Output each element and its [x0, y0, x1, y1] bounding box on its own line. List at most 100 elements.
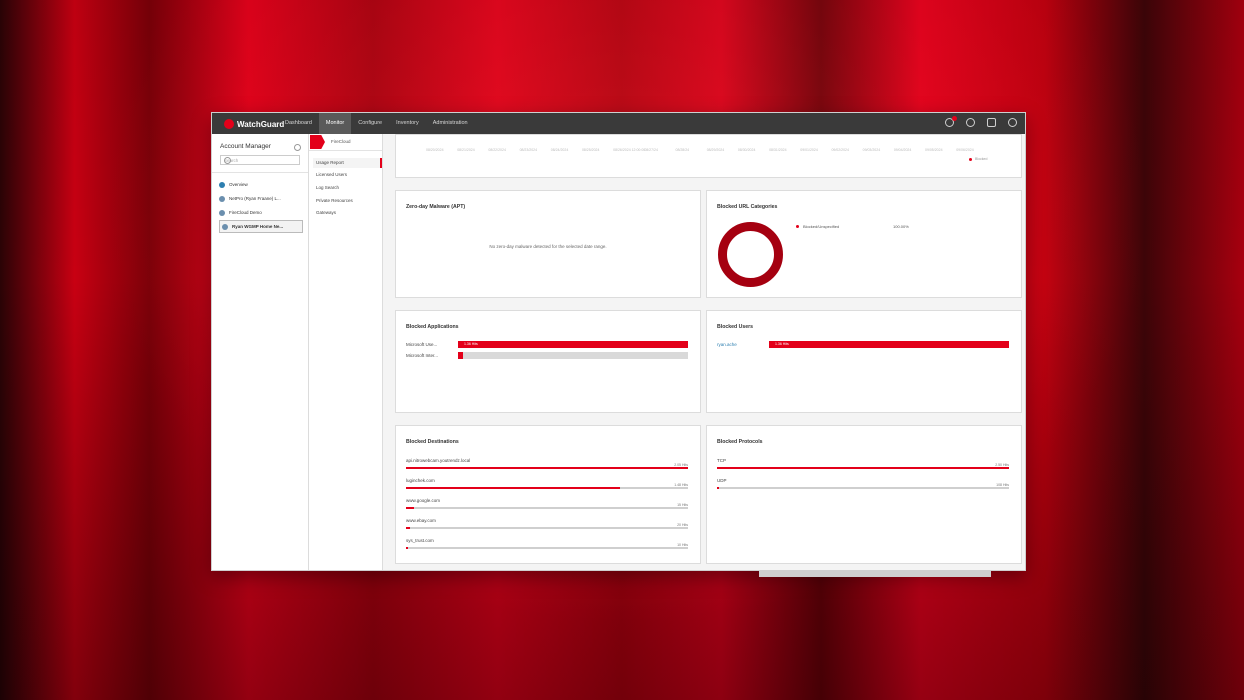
account-item-firecloud-demo[interactable]: FireCloud Demo — [219, 206, 303, 219]
item-bar-fill — [406, 527, 411, 529]
item-bar-track — [717, 487, 1009, 489]
timeline-tick: 08/29/2024 — [706, 148, 725, 152]
timeline-chart-strip: 08/20/2024 08/21/2024 08/22/2024 08/23/2024… — [395, 134, 1022, 178]
help-icon[interactable] — [966, 118, 975, 127]
account-label: Overview — [229, 182, 248, 187]
nav-monitor[interactable]: Monitor — [318, 113, 352, 134]
timeline-legend-label: Blocked — [975, 157, 988, 161]
timeline-tick: 08/21/2024 — [457, 148, 475, 152]
timeline-tick: 09/04/2024 — [893, 148, 912, 152]
item-bar-fill — [717, 467, 1009, 469]
bar-value: 1.36 Hits — [775, 342, 789, 346]
globe-icon[interactable] — [1008, 118, 1017, 127]
item-label: luginchek.com — [406, 478, 435, 483]
list-item[interactable]: sys_trust.com 10 Hits — [406, 538, 688, 549]
bar-row[interactable]: Microsoft Inter... — [406, 352, 688, 359]
timeline-tick: 08/22/2024 — [488, 148, 506, 152]
bar-fill[interactable] — [769, 341, 1009, 348]
user-icon — [219, 209, 225, 216]
item-label: www.google.com — [406, 498, 441, 503]
timeline-tick: 08/24/2024 — [550, 148, 569, 152]
list-item[interactable]: www.google.com 15 Hits — [406, 498, 688, 509]
account-search-input[interactable]: Search — [220, 155, 300, 165]
list-item[interactable]: www.ebay.com 20 Hits — [406, 518, 688, 529]
cloud-icon — [219, 181, 225, 188]
bar-label: Microsoft Inter... — [406, 353, 439, 358]
user-icon — [219, 195, 225, 202]
app-window: WatchGuard Dashboard Monitor Configure I… — [211, 112, 1026, 571]
item-label: TCP — [717, 458, 726, 463]
timeline-tick: 08/25/2024 — [581, 148, 600, 152]
legend-percent: 100.00% — [893, 224, 909, 229]
submenu-log-search[interactable]: Log Search — [316, 185, 339, 190]
item-bar-fill — [406, 487, 621, 489]
item-label: www.ebay.com — [406, 518, 436, 523]
bar-fill[interactable] — [458, 352, 463, 359]
item-bar-track — [406, 467, 688, 469]
account-item-netpro[interactable]: NetPro (Ryan Fraane) L... — [219, 192, 303, 205]
account-label: Ryan WGMP Home Ne... — [232, 224, 284, 229]
submenu-licensed-users[interactable]: Licensed Users — [316, 172, 347, 177]
submenu-gateways[interactable]: Gateways — [316, 210, 336, 215]
timeline-tick: 09/02/2024 — [831, 148, 849, 152]
bar-row[interactable]: Microsoft Use... 1.36 Hits — [406, 341, 688, 348]
url-categories-donut[interactable] — [718, 222, 783, 287]
card-title: Blocked Users — [717, 324, 754, 330]
account-label: NetPro (Ryan Fraane) L... — [229, 196, 281, 201]
timeline-tick: 08/23/2024 — [519, 148, 538, 152]
card-title: Zero-day Malware (APT) — [406, 204, 466, 210]
user-icon — [222, 223, 228, 230]
firecloud-submenu: FireCloud Usage Report Licensed Users Lo… — [309, 134, 383, 570]
timeline-tick: 09/06/2024 — [956, 148, 974, 152]
zero-day-malware-card: Zero-day Malware (APT) No zero-day malwa… — [395, 190, 701, 298]
timeline-tick: 08/30/2024 — [737, 148, 756, 152]
timeline-tick: 08/27/24 — [644, 148, 658, 152]
card-title: Blocked Protocols — [717, 439, 763, 445]
timeline-ticks: 08/20/2024 08/21/2024 08/22/2024 08/23/2024… — [426, 148, 987, 152]
account-manager-panel: Account Manager Search Overview NetPro (… — [212, 134, 309, 570]
phone-icon[interactable] — [987, 118, 996, 127]
legend-label: Blocked/Unspecified — [803, 224, 840, 229]
blocked-url-categories-card: Blocked URL Categories Blocked/Unspecifi… — [706, 190, 1022, 298]
main-nav: Dashboard Monitor Configure Inventory Ad… — [278, 113, 475, 134]
item-bar-track — [406, 527, 688, 529]
item-label: UDP — [717, 478, 727, 483]
nav-administration[interactable]: Administration — [426, 113, 475, 134]
timeline-tick: 09/03/2024 — [862, 148, 881, 152]
list-item[interactable]: luginchek.com 1.48 Hits — [406, 478, 688, 489]
timeline-tick: 09/01/2024 — [800, 148, 818, 152]
account-manager-title: Account Manager — [220, 143, 271, 150]
bar-fill[interactable] — [458, 341, 688, 348]
horizontal-scrollbar[interactable] — [759, 570, 991, 577]
bar-label: Microsoft Use... — [406, 342, 438, 347]
settings-gear-icon[interactable] — [294, 144, 301, 151]
account-item-ryan-wgmp[interactable]: Ryan WGMP Home Ne... — [219, 220, 303, 233]
nav-dashboard[interactable]: Dashboard — [278, 113, 319, 134]
item-bar-track — [717, 467, 1009, 469]
account-item-overview[interactable]: Overview — [219, 178, 303, 191]
timeline-tick: 08/31/2024 — [769, 148, 787, 152]
item-label: sys_trust.com — [406, 538, 434, 543]
submenu-private-resources[interactable]: Private Resources — [316, 198, 353, 203]
search-icon[interactable] — [224, 157, 231, 164]
watchguard-logo[interactable]: WatchGuard — [224, 117, 284, 131]
blocked-destinations-card: Blocked Destinations api.nitrowebcam.you… — [395, 425, 701, 564]
nav-configure[interactable]: Configure — [351, 113, 389, 134]
blocked-applications-card: Blocked Applications Microsoft Use... 1.3… — [395, 310, 701, 413]
list-item[interactable]: TCP 2.50 Hits — [717, 458, 1009, 469]
list-item[interactable]: api.nitrowebcam.youtrendz.local 2.05 Hits — [406, 458, 688, 469]
timeline-tick: 08/28/24 — [675, 148, 690, 152]
submenu-usage-report[interactable]: Usage Report — [313, 158, 382, 168]
bar-track: 1.36 Hits — [458, 341, 688, 348]
bar-row[interactable]: ryan.ache 1.36 Hits — [717, 341, 1009, 348]
card-title: Blocked Applications — [406, 324, 459, 330]
nav-inventory[interactable]: Inventory — [389, 113, 426, 134]
list-item[interactable]: UDP 108 Hits — [717, 478, 1009, 489]
timeline-legend: Blocked — [969, 157, 987, 161]
item-bar-fill — [717, 487, 719, 489]
submenu-header-label: FireCloud — [331, 139, 351, 144]
legend-swatch — [796, 225, 799, 228]
notifications-icon[interactable] — [945, 116, 957, 127]
empty-message: No zero-day malware detected for the sel… — [489, 244, 607, 249]
item-bar-fill — [406, 467, 688, 469]
